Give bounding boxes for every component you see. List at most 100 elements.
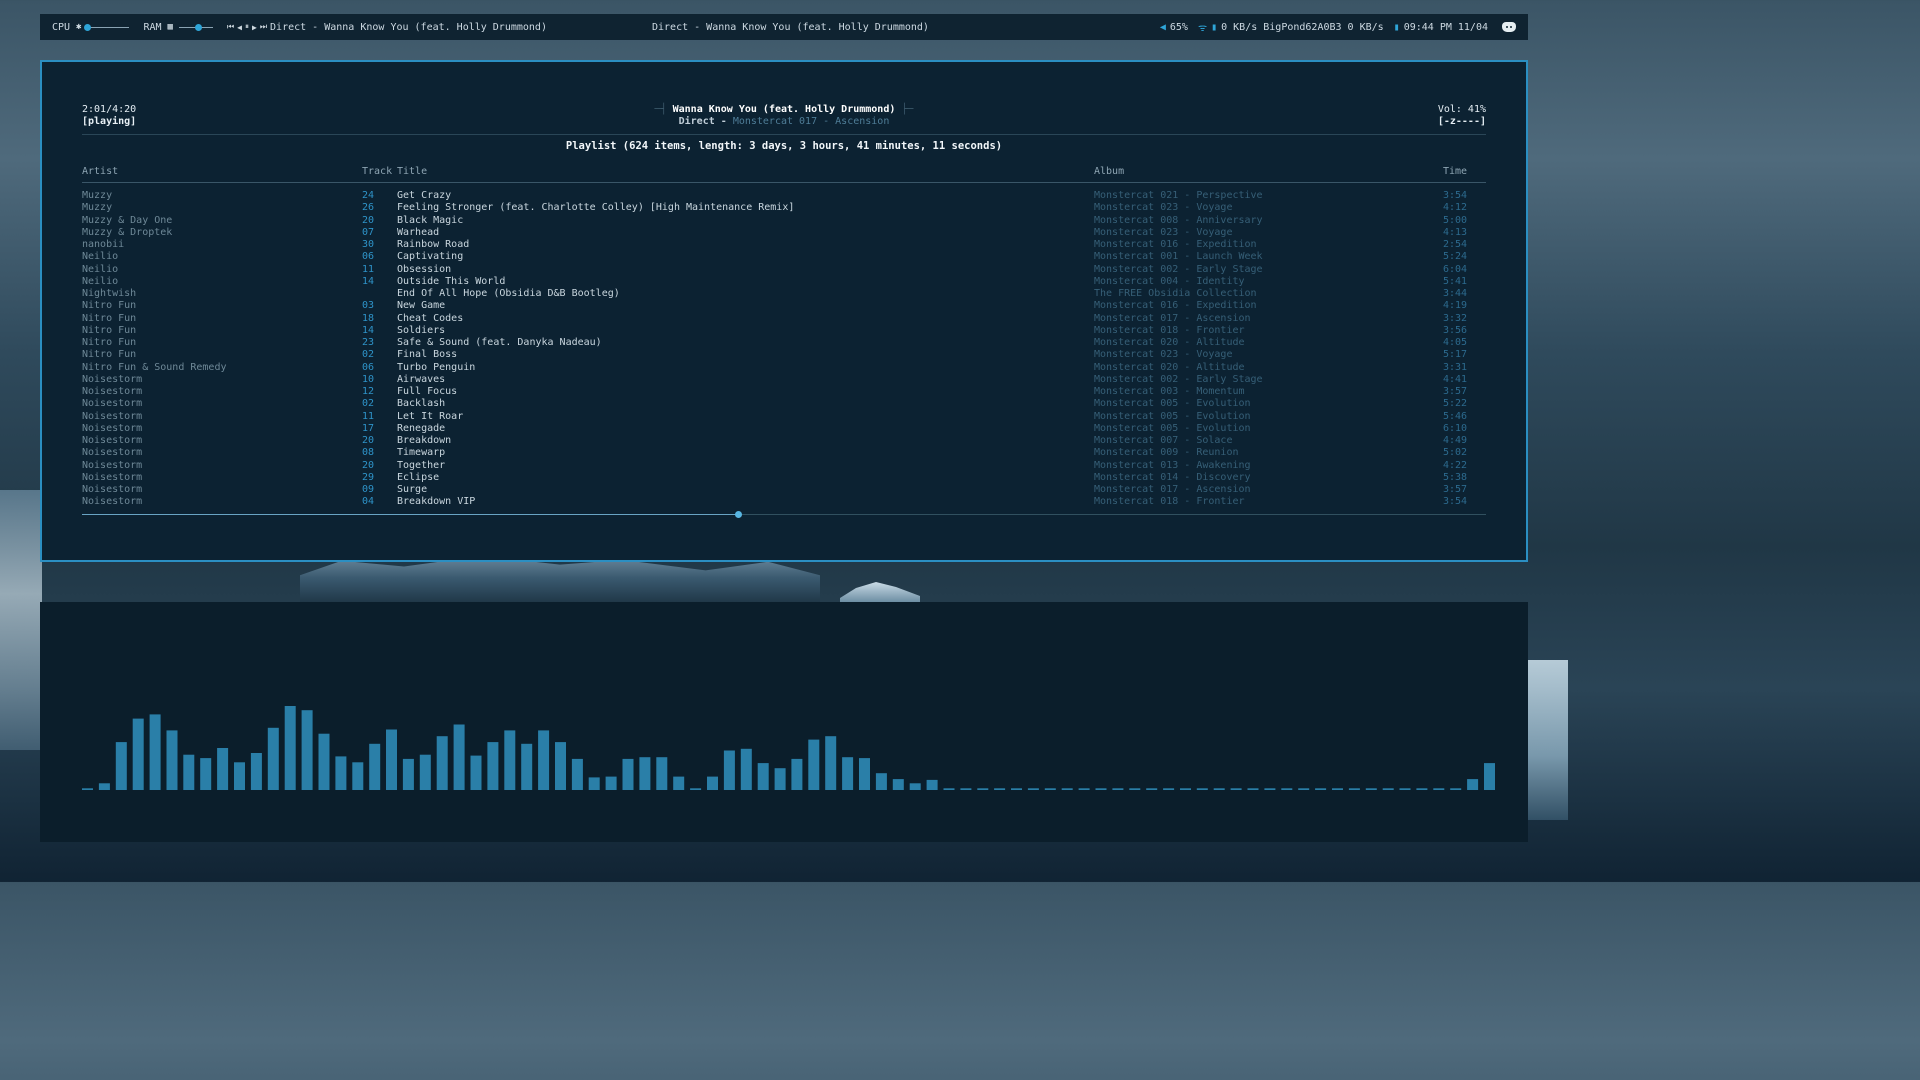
- visualizer-bar: [723, 750, 735, 790]
- row-title: Turbo Penguin: [397, 361, 476, 373]
- visualizer-bar: [1146, 788, 1158, 790]
- column-header-title[interactable]: Title: [397, 166, 427, 177]
- song-progress-knob[interactable]: [735, 511, 742, 518]
- pause-icon[interactable]: ⏸: [245, 22, 249, 32]
- volume-level[interactable]: 65%: [1170, 22, 1188, 33]
- row-title: Full Focus: [397, 386, 458, 397]
- row-artist: Noisestorm: [82, 435, 143, 446]
- playlist-row[interactable]: Muzzy 26 Feeling Stronger (feat. Charlotte…: [82, 202, 1486, 214]
- playlist-row[interactable]: Noisestorm 17 Renegade Monstercat 005 - Evo…: [82, 423, 1486, 435]
- playlist-row[interactable]: Muzzy & Droptek 07 Warhead Monstercat 023 -…: [82, 227, 1486, 239]
- visualizer-bar: [82, 788, 93, 790]
- skip-forward-icon[interactable]: ⏭: [260, 22, 267, 32]
- row-track: 26: [362, 202, 375, 214]
- visualizer-bar: [1365, 788, 1377, 790]
- playlist-row[interactable]: Noisestorm 04 Breakdown VIP Monstercat 018 …: [82, 496, 1486, 508]
- playlist-row[interactable]: Neilio 14 Outside This World Monstercat 004…: [82, 276, 1486, 288]
- row-album: Monstercat 021 - Perspective: [1094, 190, 1263, 201]
- network-status[interactable]: 0 KB/s BigPond62A0B3 0 KB/s: [1221, 22, 1384, 33]
- skip-back-icon[interactable]: ⏮: [227, 22, 234, 32]
- song-title: Wanna Know You (feat. Holly Drummond): [672, 104, 896, 115]
- row-time: 4:22: [1443, 459, 1468, 471]
- cpu-slider[interactable]: [84, 23, 130, 31]
- playlist-row[interactable]: Noisestorm 08 Timewarp Monstercat 009 - Reu…: [82, 447, 1486, 459]
- column-header-time[interactable]: Time: [1443, 166, 1467, 177]
- ram-widget[interactable]: RAM ▦: [143, 22, 226, 33]
- column-header-album[interactable]: Album: [1094, 166, 1124, 177]
- clock[interactable]: 09:44 PM 11/04: [1404, 22, 1488, 33]
- visualizer-bar: [149, 714, 161, 790]
- cpu-slider-knob[interactable]: [84, 23, 92, 31]
- visualizer-bar: [1011, 788, 1022, 790]
- playlist-row[interactable]: Noisestorm 20 Breakdown Monstercat 007 - So…: [82, 435, 1486, 447]
- row-track: 17: [362, 422, 375, 434]
- playlist-row[interactable]: Muzzy 24 Get Crazy Monstercat 021 - Perspec…: [82, 190, 1486, 202]
- playlist-row[interactable]: Noisestorm 11 Let It Roar Monstercat 005 - …: [82, 411, 1486, 423]
- playlist-row[interactable]: Noisestorm 12 Full Focus Monstercat 003 - M…: [82, 386, 1486, 398]
- visualizer-bar: [166, 730, 178, 790]
- row-time: 6:04: [1443, 263, 1468, 275]
- visualizer-bar: [1078, 788, 1090, 790]
- playlist-row[interactable]: Nitro Fun & Sound Remedy 06 Turbo Penguin M…: [82, 362, 1486, 374]
- visualizer-bar: [1230, 788, 1242, 790]
- row-track: 24: [362, 190, 375, 201]
- cpu-widget[interactable]: CPU ✱: [52, 22, 143, 33]
- playlist-row[interactable]: Nitro Fun 02 Final Boss Monstercat 023 - Vo…: [82, 349, 1486, 361]
- playlist-row[interactable]: Noisestorm 29 Eclipse Monstercat 014 - Disc…: [82, 472, 1486, 484]
- song-progress-bar[interactable]: [82, 511, 1486, 518]
- column-header-artist[interactable]: Artist: [82, 166, 118, 177]
- row-artist: Nightwish: [82, 288, 137, 299]
- row-track: 23: [362, 337, 375, 348]
- playlist-row[interactable]: Nitro Fun 23 Safe & Sound (feat. Danyka Na…: [82, 337, 1486, 349]
- rewind-icon[interactable]: ◀: [237, 23, 242, 32]
- playlist-row[interactable]: Noisestorm 20 Together Monstercat 013 - Awa…: [82, 460, 1486, 472]
- system-tray: ◀ 65% ᯤ ▮ 0 KB/s BigPond62A0B3 0 KB/s ▮ …: [1160, 20, 1516, 34]
- wallpaper-ice-left: [0, 490, 42, 750]
- visualizer-bar: [301, 710, 313, 790]
- forward-icon[interactable]: ▶: [252, 23, 257, 32]
- playlist-row[interactable]: Neilio 06 Captivating Monstercat 001 - Laun…: [82, 251, 1486, 263]
- row-track: 06: [362, 251, 375, 263]
- row-album: The FREE Obsidia Collection: [1094, 288, 1257, 299]
- row-artist: Noisestorm: [82, 484, 143, 495]
- speaker-icon[interactable]: ◀: [1160, 22, 1166, 33]
- row-track: 11: [362, 263, 375, 275]
- row-title: Safe & Sound (feat. Danyka Nadeau): [397, 337, 602, 348]
- playlist-row[interactable]: Noisestorm 09 Surge Monstercat 017 - Ascens…: [82, 484, 1486, 496]
- playlist-row[interactable]: Noisestorm 02 Backlash Monstercat 005 - Evo…: [82, 398, 1486, 410]
- visualizer-bar: [1315, 788, 1327, 790]
- status-bar: CPU ✱ RAM ▦ ⏮ ◀ ⏸ ▶ ⏭ Direct - Wanna Kno…: [40, 14, 1528, 40]
- playlist-row[interactable]: Nightwish End Of All Hope (Obsidia D&B Bo…: [82, 288, 1486, 300]
- visualizer-bar: [1298, 788, 1310, 790]
- playlist-row[interactable]: Muzzy & Day One 20 Black Magic Monstercat 0…: [82, 215, 1486, 227]
- column-header-track[interactable]: Track: [362, 166, 392, 177]
- row-artist: Neilio: [82, 275, 119, 287]
- visualizer-bar: [1264, 788, 1276, 790]
- playlist-row[interactable]: Nitro Fun 03 New Game Monstercat 016 - Expe…: [82, 300, 1486, 312]
- visualizer-bar: [200, 758, 212, 790]
- playlist-row[interactable]: Nitro Fun 14 Soldiers Monstercat 018 - Fron…: [82, 325, 1486, 337]
- playlist-row[interactable]: nanobii 30 Rainbow Road Monstercat 016 - Ex…: [82, 239, 1486, 251]
- visualizer-bar: [352, 762, 364, 790]
- discord-icon[interactable]: [1502, 22, 1516, 32]
- row-artist: Muzzy & Day One: [82, 214, 173, 226]
- row-album: Monstercat 014 - Discovery: [1094, 471, 1251, 483]
- wifi-icon[interactable]: ᯤ: [1198, 20, 1207, 34]
- row-artist: Noisestorm: [82, 447, 143, 459]
- playlist-row[interactable]: Neilio 11 Obsession Monstercat 002 - Early …: [82, 264, 1486, 276]
- visualizer-bar: [250, 753, 262, 790]
- audio-visualizer: [82, 706, 1495, 790]
- row-time: 5:38: [1443, 471, 1468, 483]
- row-title: Obsession: [397, 263, 452, 275]
- ram-slider[interactable]: [178, 23, 213, 31]
- visualizer-bar: [402, 758, 414, 790]
- row-track: 10: [362, 373, 375, 385]
- playlist-row[interactable]: Nitro Fun 18 Cheat Codes Monstercat 017 - A…: [82, 313, 1486, 325]
- playlist-row[interactable]: Noisestorm 10 Airwaves Monstercat 002 - Ear…: [82, 374, 1486, 386]
- row-title: Eclipse: [397, 471, 440, 483]
- row-artist: nanobii: [82, 239, 125, 250]
- visualizer-bar: [521, 743, 533, 790]
- row-track: 12: [362, 386, 375, 397]
- ram-slider-knob[interactable]: [194, 23, 202, 31]
- row-track: 07: [362, 226, 375, 238]
